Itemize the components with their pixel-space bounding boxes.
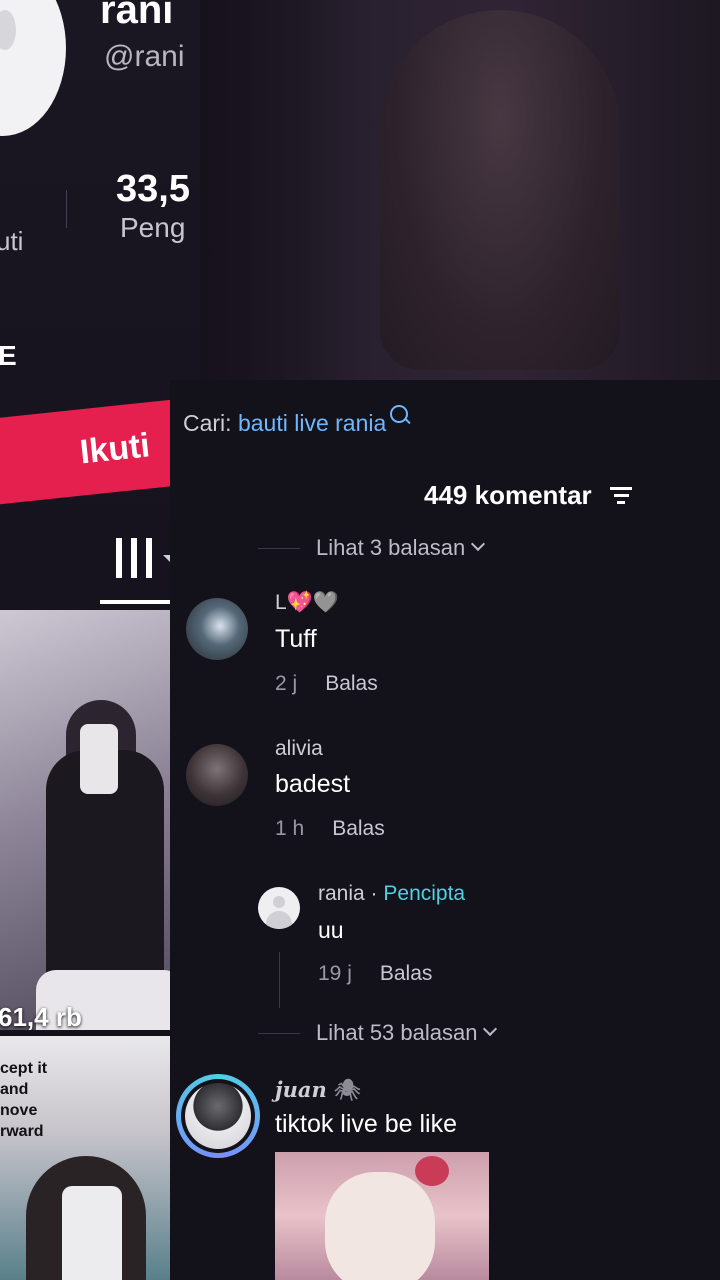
search-query[interactable]: bauti live rania [238,410,386,436]
reply-username[interactable]: rania [318,882,365,905]
search-icon [390,405,409,423]
video-caption: cept it and nove rward [0,1060,48,1140]
view-replies-button[interactable]: Lihat 3 balasan [258,535,486,561]
chevron-down-icon [471,536,486,552]
profile-name: rani [100,0,174,32]
comment-username[interactable]: alivia [275,737,323,761]
comment-text: badest [275,770,351,798]
grid-icon [116,538,122,578]
comment-meta: 2 j Balas [275,672,378,696]
filter-icon[interactable] [610,487,632,505]
stat-divider [66,190,67,228]
video-views: 61,4 rb [0,1002,82,1030]
reply-button[interactable]: Balas [380,962,433,985]
chevron-down-icon [483,1021,498,1037]
avatar[interactable] [186,744,248,806]
thread-line [279,952,280,1008]
reply-button[interactable]: Balas [332,817,385,840]
spider-icon: 🕷 [334,1077,361,1102]
following-label: uti [0,226,24,256]
video-thumbnail[interactable]: cept it and nove rward [0,1036,196,1280]
comment-count: 449 komentar [424,480,592,510]
comment-time: 1 h [275,817,305,840]
search-suggestion[interactable]: Cari: bauti live rania [183,405,409,437]
comment-text: Tuff [275,625,317,653]
reply-button[interactable]: Balas [325,672,378,695]
reply-username-line: rania · Pencipta [318,882,465,906]
view-replies-label: Lihat 3 balasan [316,535,466,560]
bio-text: E [0,340,17,371]
reply-text: uu [318,917,344,943]
videos-grid-tab[interactable] [116,538,177,578]
view-replies-label: Lihat 53 balasan [316,1020,478,1045]
avatar[interactable] [258,887,300,929]
profile-avatar[interactable] [0,0,66,136]
comment-time: 2 j [275,672,298,695]
profile-handle: @rani [104,40,185,73]
followers-label: Peng [120,212,186,243]
comment-gif[interactable] [275,1152,489,1280]
avatar[interactable] [186,598,248,660]
comment-username[interactable]: L💖🩶 [275,591,339,615]
live-video[interactable] [200,0,720,380]
view-replies-button[interactable]: Lihat 53 balasan [258,1020,498,1046]
reply-meta: 19 j Balas [318,962,432,986]
comment-username-line: juan 🕷 [275,1077,361,1103]
reply-time: 19 j [318,962,352,985]
live-avatar-ring[interactable] [176,1074,260,1158]
comment-meta: 1 h Balas [275,817,385,841]
video-thumbnail[interactable]: 61,4 rb [0,610,196,1030]
comment-username[interactable]: juan [275,1077,327,1102]
search-prefix: Cari: [183,410,232,436]
followers-count[interactable]: 33,5 [116,168,190,211]
comment-text: tiktok live be like [275,1110,458,1138]
separator: · [370,882,378,905]
creator-badge: Pencipta [383,882,466,905]
comments-sheet [170,380,720,1280]
